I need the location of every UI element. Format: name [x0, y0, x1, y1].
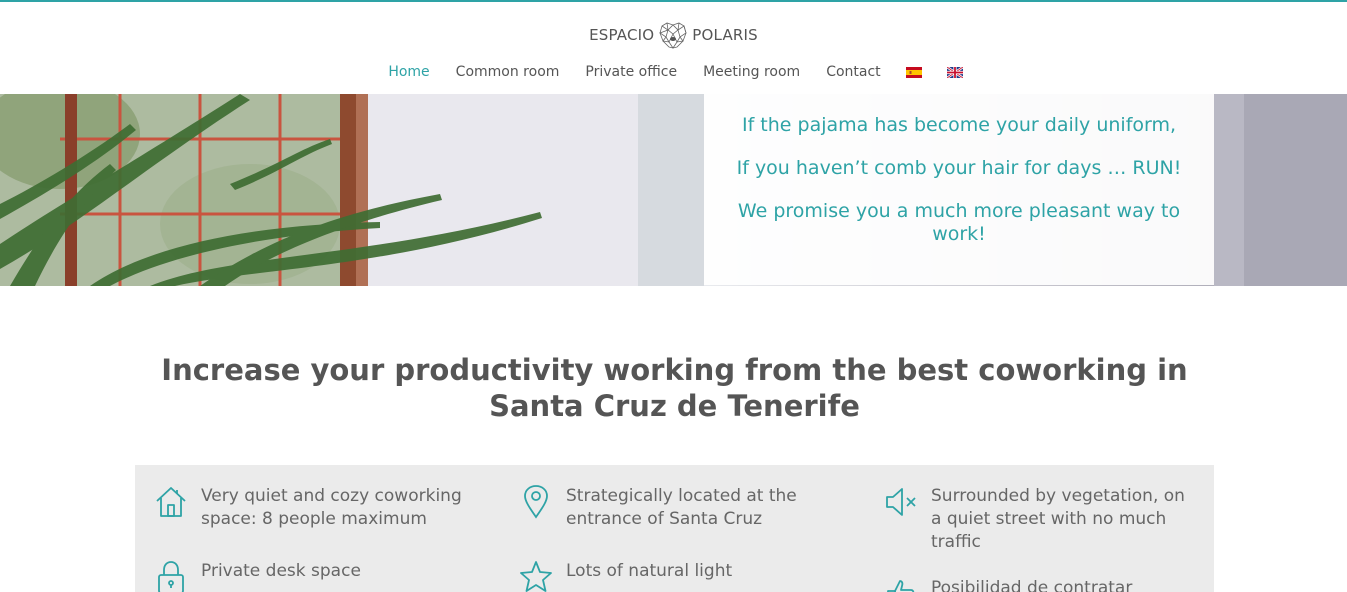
polar-bear-logo-icon — [659, 22, 687, 49]
logo-text-right: POLARIS — [692, 26, 758, 44]
site-header: ESPACIO POLARIS Home Common room Private… — [0, 2, 1347, 94]
thumbs-up-icon — [887, 580, 915, 592]
lock-icon — [158, 561, 184, 592]
nav-item-common-room[interactable]: Common room — [456, 64, 560, 80]
feature-item: Very quiet and cozy coworking space: 8 p… — [155, 485, 485, 531]
main-nav: Home Common room Private office Meeting … — [0, 60, 1347, 84]
logo-text-left: ESPACIO — [589, 26, 655, 44]
feature-item: Surrounded by vegetation, on a quiet str… — [885, 485, 1195, 554]
feature-item: Posibilidad de contratar — [885, 577, 1195, 592]
hero-line-1: If the pajama has become your daily unif… — [741, 114, 1177, 136]
spanish-flag-icon[interactable] — [905, 66, 922, 78]
feature-text: Lots of natural light — [566, 561, 733, 581]
uk-flag-icon[interactable] — [946, 66, 963, 78]
feature-text: Surrounded by vegetation, on a quiet str… — [931, 486, 1185, 552]
hero-banner: If the pajama has become your daily unif… — [0, 94, 1347, 286]
nav-item-home[interactable]: Home — [388, 64, 429, 80]
star-icon — [520, 561, 552, 592]
feature-item: Strategically located at the entrance of… — [520, 485, 830, 531]
nav-item-meeting-room[interactable]: Meeting room — [703, 64, 800, 80]
site-logo[interactable]: ESPACIO POLARIS — [0, 20, 1347, 50]
feature-text: Strategically located at the entrance of… — [566, 486, 797, 529]
nav-item-contact[interactable]: Contact — [826, 64, 880, 80]
feature-text: Private desk space — [201, 561, 361, 581]
feature-item: Private desk space — [155, 560, 485, 592]
features-panel: Very quiet and cozy coworking space: 8 p… — [135, 465, 1214, 592]
hero-line-3: We promise you a much more pleasant way … — [737, 200, 1181, 245]
feature-text: Very quiet and cozy coworking space: 8 p… — [201, 486, 462, 529]
hero-line-2: If you haven’t comb your hair for days …… — [736, 157, 1182, 179]
location-pin-icon — [524, 485, 548, 519]
page-headline: Increase your productivity working from … — [161, 353, 1188, 423]
feature-text: Posibilidad de contratar — [931, 578, 1133, 592]
hero-message-box: If the pajama has become your daily unif… — [704, 94, 1214, 285]
speaker-mute-icon — [886, 488, 916, 516]
nav-item-private-office[interactable]: Private office — [585, 64, 677, 80]
feature-item: Lots of natural light — [520, 560, 830, 592]
home-icon — [156, 487, 186, 517]
